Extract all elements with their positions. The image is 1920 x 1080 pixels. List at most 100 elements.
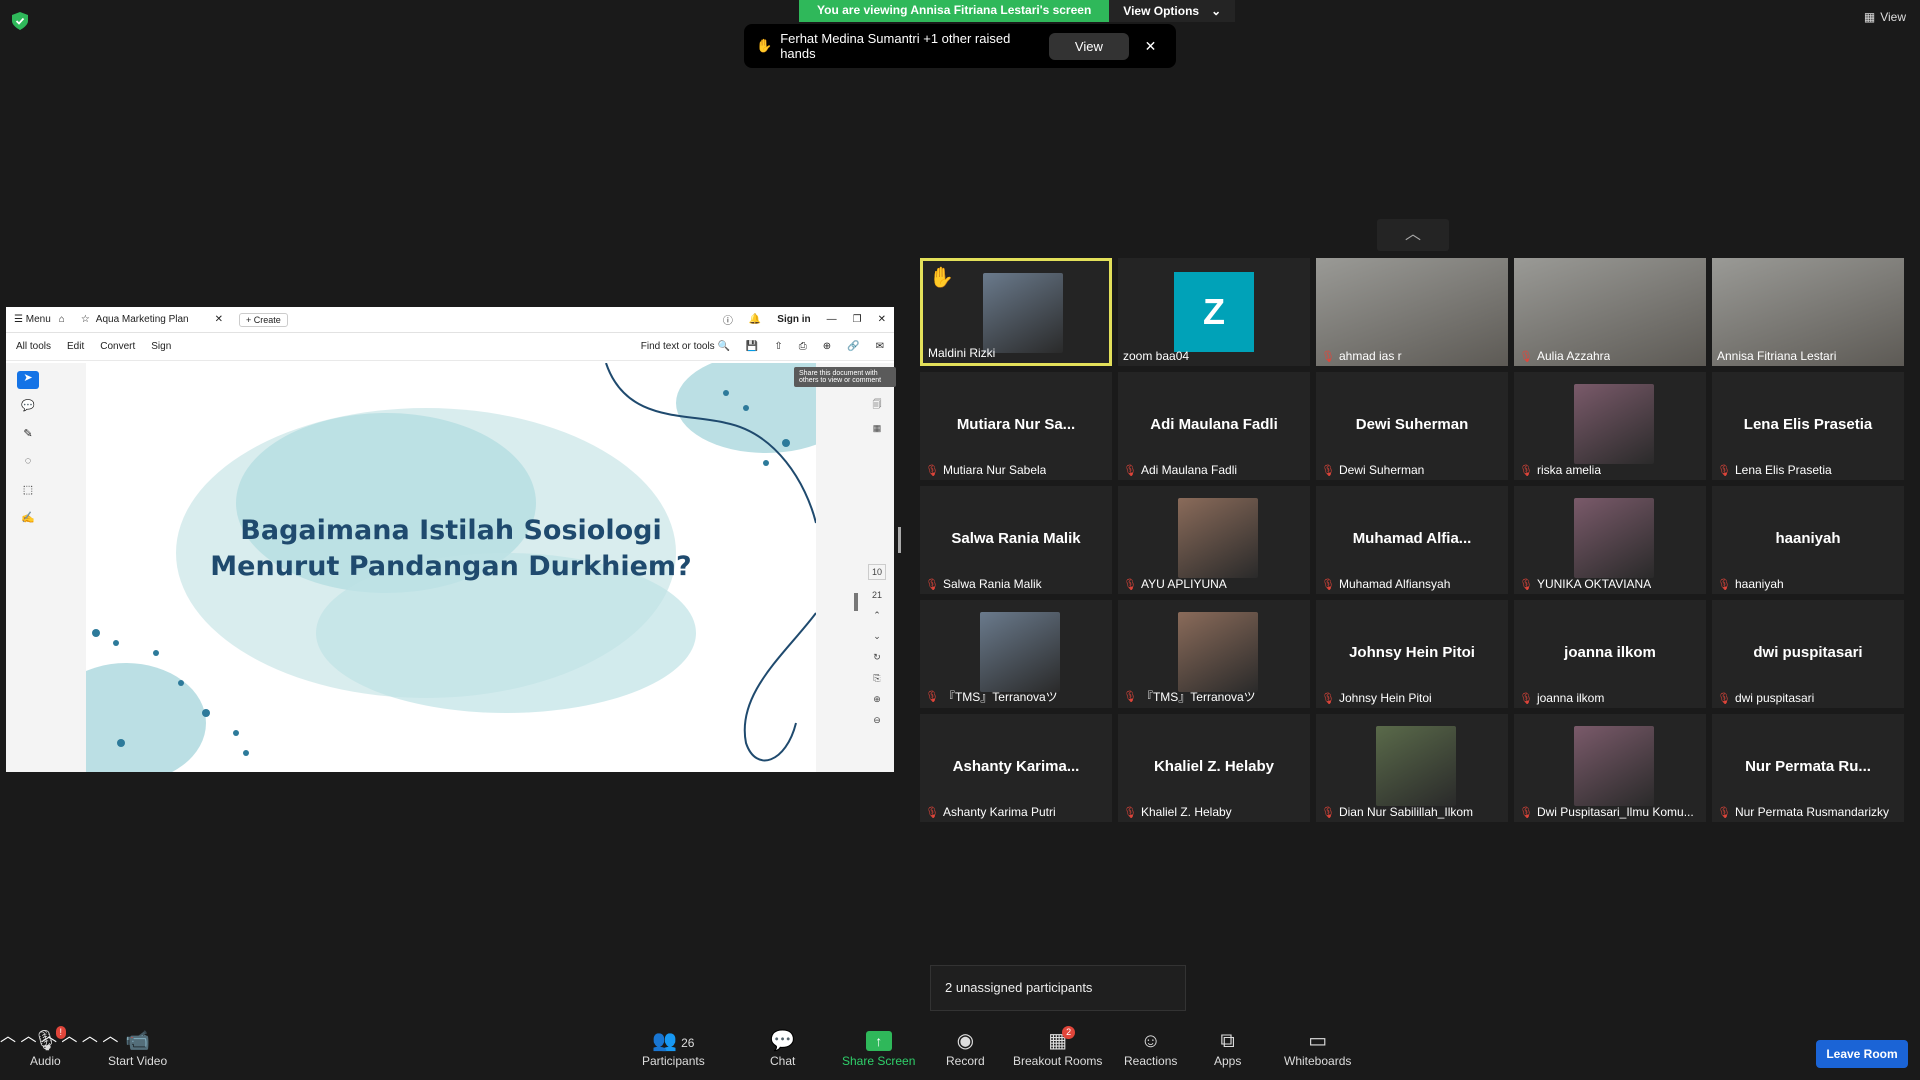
create-button[interactable]: + Create <box>239 312 288 327</box>
participants-button[interactable]: 👥 26 Participants <box>642 1028 705 1068</box>
chat-button[interactable]: 💬 Chat <box>770 1028 795 1068</box>
audio-options-caret[interactable]: ︿ <box>0 1028 16 1045</box>
page-fit-icon[interactable]: ⎘ <box>873 673 880 684</box>
close-tab-icon[interactable]: ✕ <box>215 314 223 325</box>
raised-hands-view-button[interactable]: View <box>1048 32 1129 60</box>
microphone-muted-icon: 🎙 <box>925 464 939 477</box>
link-icon[interactable]: 🔗 <box>847 341 859 352</box>
print-icon[interactable]: ⎙ <box>799 341 807 352</box>
close-window-icon[interactable]: ✕ <box>878 314 886 325</box>
vertical-scrollbar[interactable] <box>854 593 858 611</box>
page-number-input[interactable]: 10 <box>867 564 886 580</box>
security-shield-icon[interactable] <box>12 12 28 30</box>
apps-button[interactable]: ⧉ Apps <box>1214 1028 1241 1068</box>
email-icon[interactable]: ✉ <box>876 341 884 352</box>
participant-tile[interactable]: 🎙 『TMS』Terranovaツ <box>920 600 1112 708</box>
participant-name: Ashanty Karima Putri <box>942 805 1056 819</box>
thumbnails-icon[interactable]: ▦ <box>873 423 882 434</box>
microphone-muted-icon: 🎙 <box>1717 806 1731 819</box>
participant-name-label: 🎙 Salwa Rania Malik <box>925 577 1042 591</box>
participant-tile[interactable]: dwi puspitasari 🎙 dwi puspitasari <box>1712 600 1904 708</box>
collapse-gallery-button[interactable]: ︿ <box>1377 219 1449 251</box>
participant-tile[interactable]: Johnsy Hein Pitoi 🎙 Johnsy Hein Pitoi <box>1316 600 1508 708</box>
star-icon[interactable]: ☆ <box>81 314 90 325</box>
page-total: 21 <box>871 590 882 600</box>
tab-document[interactable]: ☆ Aqua Marketing Plan ✕ <box>73 314 231 325</box>
microphone-muted-icon: 🎙 <box>925 806 939 819</box>
participant-name: 『TMS』Terranovaツ <box>942 690 1058 704</box>
participant-tile[interactable]: Muhamad Alfia... 🎙 Muhamad Alfiansyah <box>1316 486 1508 594</box>
participant-tile[interactable]: 🎙 『TMS』Terranovaツ <box>1118 600 1310 708</box>
participant-tile[interactable]: 🎙 YUNIKA OKTAVIANA <box>1514 486 1706 594</box>
lasso-tool-icon[interactable]: ◌ <box>17 455 39 473</box>
close-icon[interactable]: ✕ <box>1137 38 1164 55</box>
zoom-in-icon[interactable]: ⊕ <box>873 694 881 705</box>
participant-tile[interactable]: Salwa Rania Malik 🎙 Salwa Rania Malik <box>920 486 1112 594</box>
audio-button[interactable]: 🎙! Audio <box>30 1026 67 1068</box>
zoom-out-icon[interactable]: ⊖ <box>873 715 881 726</box>
participant-tile[interactable]: ✋ Maldini Rizki <box>920 258 1112 366</box>
split-divider-handle[interactable] <box>898 527 901 553</box>
apps-options-caret[interactable]: ︿ <box>82 1028 98 1045</box>
participant-name-label: 🎙 YUNIKA OKTAVIANA <box>1519 577 1651 591</box>
text-select-tool-icon[interactable]: ⬚ <box>17 483 39 501</box>
upload-icon[interactable]: ⇧ <box>774 341 782 352</box>
menu-button[interactable]: ☰ Menu <box>14 314 51 325</box>
participant-name: Dwi Puspitasari_Ilmu Komu... <box>1536 805 1694 819</box>
participant-tile[interactable]: Khaliel Z. Helaby 🎙 Khaliel Z. Helaby <box>1118 714 1310 822</box>
participant-tile[interactable]: 🎙 Dwi Puspitasari_Ilmu Komu... <box>1514 714 1706 822</box>
menu-sign[interactable]: Sign <box>151 341 171 352</box>
share-icon[interactable]: ⊕ <box>823 341 831 352</box>
record-icon: ◉ <box>956 1030 975 1052</box>
bookmark-icon[interactable]: 🗐 <box>873 397 882 413</box>
restore-icon[interactable]: ❐ <box>853 314 862 325</box>
participant-tile[interactable]: haaniyah 🎙 haaniyah <box>1712 486 1904 594</box>
participant-tile[interactable]: Lena Elis Prasetia 🎙 Lena Elis Prasetia <box>1712 372 1904 480</box>
participant-tile[interactable]: Dewi Suherman 🎙 Dewi Suherman <box>1316 372 1508 480</box>
select-tool-icon[interactable]: ➤ <box>17 371 39 389</box>
participant-tile[interactable]: 🎙 riska amelia <box>1514 372 1706 480</box>
microphone-muted-icon: 🎙 <box>1519 350 1533 363</box>
comment-tool-icon[interactable]: 💬 <box>17 399 39 417</box>
menu-edit[interactable]: Edit <box>67 341 84 352</box>
participant-tile[interactable]: joanna ilkom 🎙 joanna ilkom <box>1514 600 1706 708</box>
reactions-button[interactable]: ☺ Reactions <box>1124 1028 1177 1068</box>
breakout-rooms-icon: ▦ 2 <box>1048 1026 1076 1054</box>
participant-name: dwi puspitasari <box>1734 691 1815 705</box>
participant-tile[interactable]: 🎙 Dian Nur Sabilillah_Ilkom <box>1316 714 1508 822</box>
participant-tile[interactable]: Annisa Fitriana Lestari <box>1712 258 1904 366</box>
home-icon[interactable]: ⌂ <box>59 314 65 325</box>
participant-tile[interactable]: Mutiara Nur Sa... 🎙 Mutiara Nur Sabela <box>920 372 1112 480</box>
breakout-rooms-button[interactable]: ▦ 2 Breakout Rooms <box>1013 1026 1102 1068</box>
participant-tile[interactable]: 🎙 ahmad ias r <box>1316 258 1508 366</box>
participant-name-label: 🎙 『TMS』Terranovaツ <box>1123 688 1256 705</box>
minimize-icon[interactable]: — <box>827 314 837 325</box>
find-tools-input[interactable]: Find text or tools 🔍 <box>641 341 730 352</box>
page-up-icon[interactable]: ⌃ <box>873 610 881 621</box>
save-icon[interactable]: 💾 <box>746 341 758 352</box>
participant-tile[interactable]: Zzoom baa04 <box>1118 258 1310 366</box>
menu-convert[interactable]: Convert <box>100 341 135 352</box>
leave-room-button[interactable]: Leave Room <box>1816 1040 1908 1068</box>
participant-tile[interactable]: Nur Permata Ru... 🎙 Nur Permata Rusmandari… <box>1712 714 1904 822</box>
participant-tile[interactable]: Ashanty Karima... 🎙 Ashanty Karima Putri <box>920 714 1112 822</box>
start-video-button[interactable]: 📹 Start Video <box>108 1028 167 1068</box>
microphone-muted-icon: 🎙 <box>1519 806 1533 819</box>
record-button[interactable]: ◉ Record <box>946 1028 985 1068</box>
view-layout-button[interactable]: ▦ View <box>1864 10 1906 24</box>
sign-tool-icon[interactable]: ✍ <box>17 511 39 529</box>
participant-tile[interactable]: Adi Maulana Fadli 🎙 Adi Maulana Fadli <box>1118 372 1310 480</box>
draw-tool-icon[interactable]: ✎ <box>17 427 39 445</box>
participant-tile[interactable]: 🎙 AYU APLIYUNA <box>1118 486 1310 594</box>
rotate-icon[interactable]: ↻ <box>873 652 881 663</box>
whiteboards-button[interactable]: ▭ Whiteboards <box>1284 1028 1351 1068</box>
notification-bell-icon[interactable]: 🔔 <box>749 314 761 325</box>
sign-in-button[interactable]: Sign in <box>777 314 810 325</box>
share-screen-button[interactable]: ↑ Share Screen <box>842 1028 915 1068</box>
page-down-icon[interactable]: ⌄ <box>873 631 881 642</box>
help-icon[interactable]: ⓘ <box>723 312 733 327</box>
participant-tile[interactable]: 🎙 Aulia Azzahra <box>1514 258 1706 366</box>
view-options-button[interactable]: View Options ⌄ <box>1109 0 1236 22</box>
menu-all-tools[interactable]: All tools <box>16 341 51 352</box>
chat-icon: 💬 <box>770 1030 796 1052</box>
